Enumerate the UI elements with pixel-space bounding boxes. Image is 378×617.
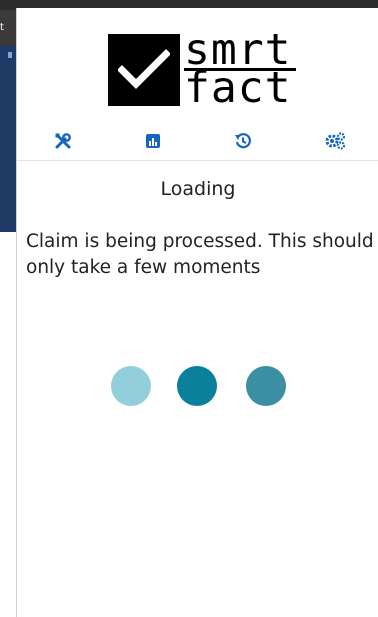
settings-icon (324, 132, 346, 154)
extension-popup: smrt fact Loading Claim is being process… (16, 8, 378, 617)
background-tab-label: t (0, 22, 4, 33)
history-button[interactable] (230, 130, 256, 156)
loading-dot (111, 366, 151, 406)
toolbar-divider (17, 160, 378, 161)
background-tab[interactable]: t (0, 10, 16, 46)
history-icon (234, 132, 252, 154)
checkmark-icon (108, 34, 180, 106)
settings-button[interactable] (322, 130, 348, 156)
smrtfact-logo: smrt fact (108, 28, 298, 113)
toolbar (17, 126, 378, 160)
loading-dot (246, 366, 286, 406)
loading-dot (177, 366, 217, 406)
background-page-banner (0, 46, 16, 232)
status-message: Claim is being processed. This should on… (26, 231, 374, 278)
logo-word-bottom: fact (184, 63, 292, 113)
page-title: Loading (160, 178, 236, 200)
background-banner-marker (8, 52, 12, 58)
stats-button[interactable] (140, 130, 166, 156)
chart-icon (145, 133, 161, 153)
loading-indicator (17, 366, 378, 408)
tools-button[interactable] (50, 130, 76, 156)
tools-icon (54, 132, 72, 154)
